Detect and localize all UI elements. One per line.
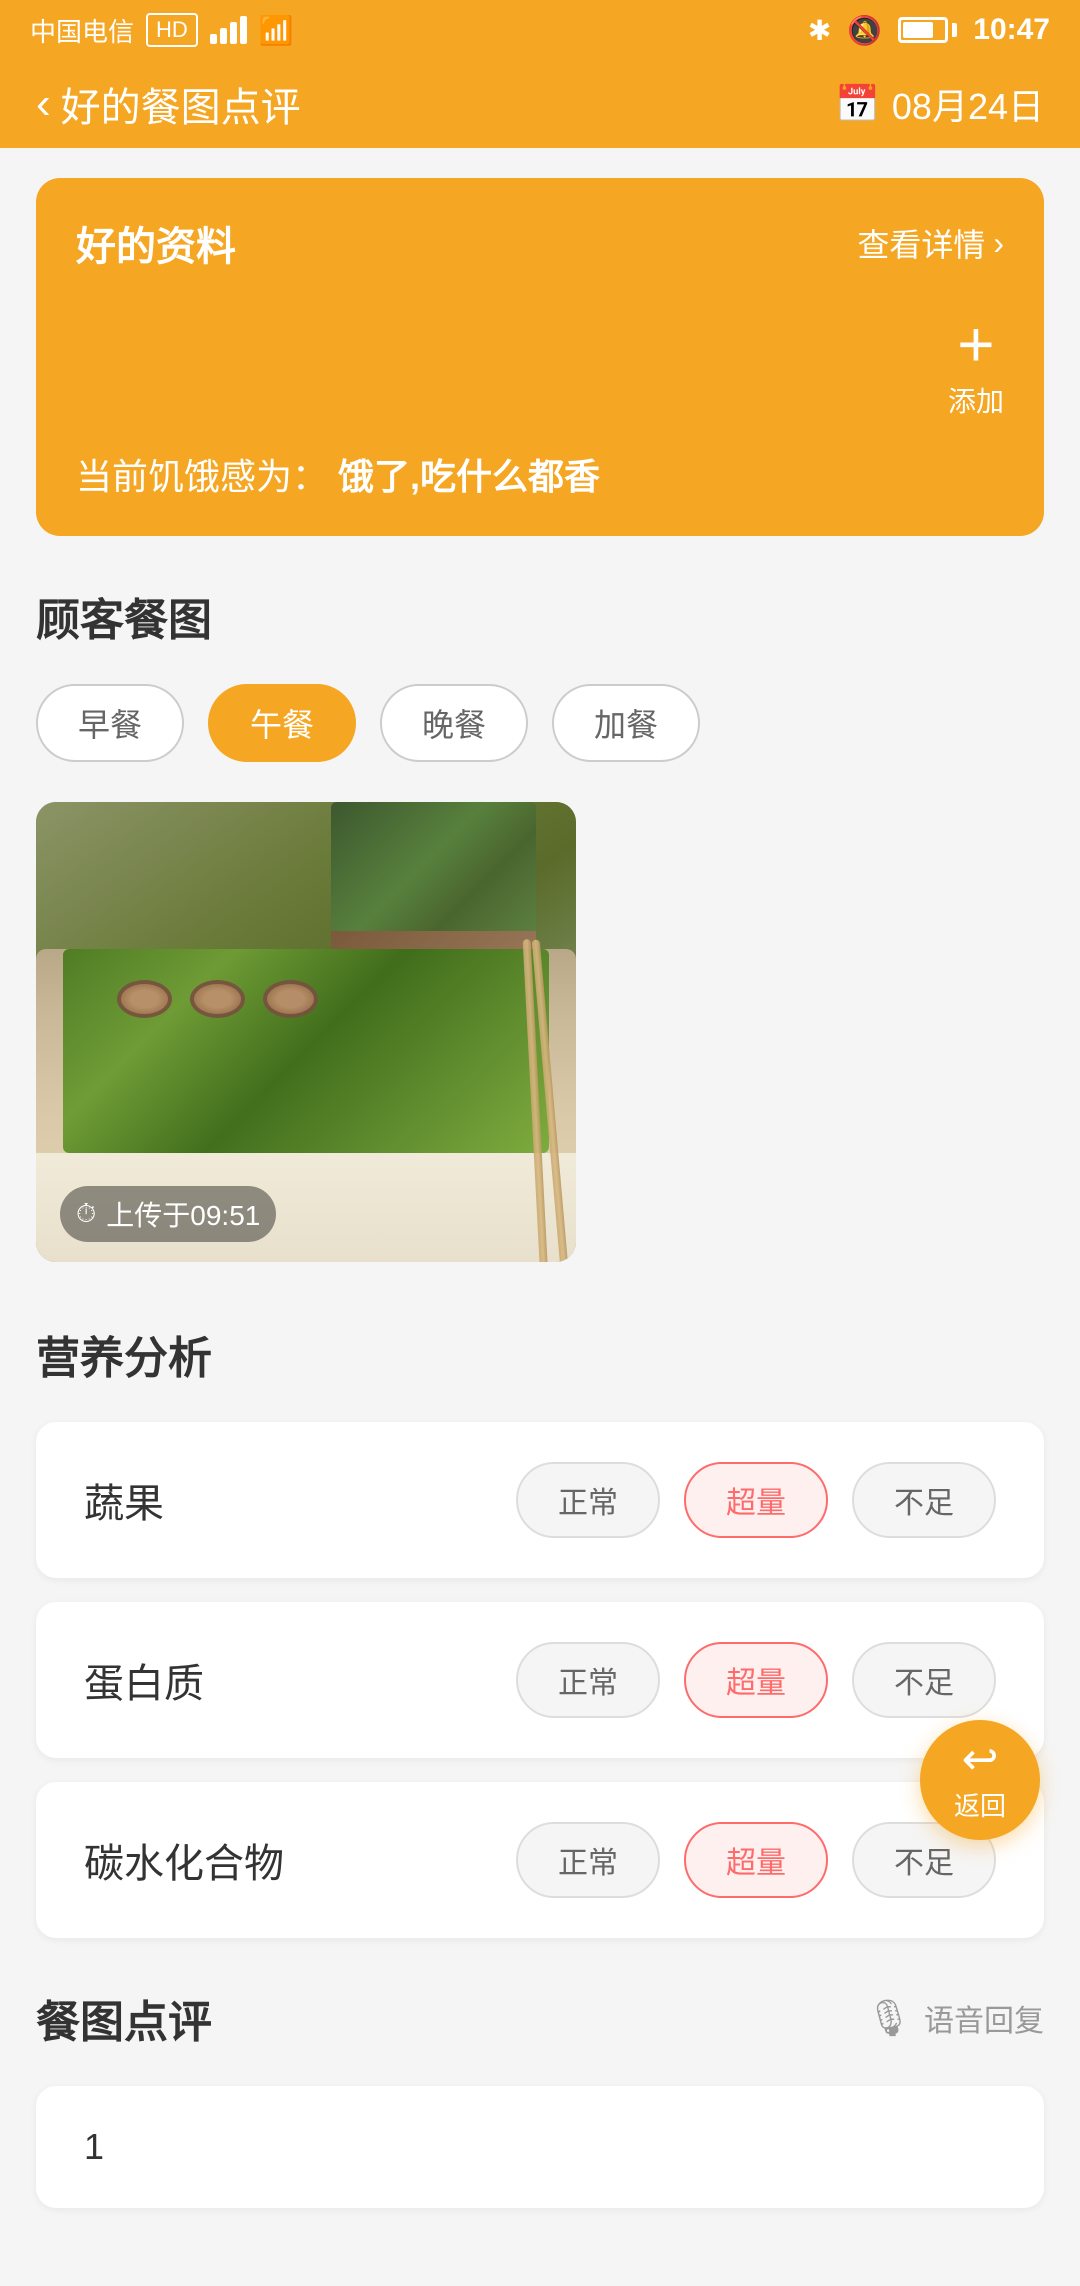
add-button[interactable]: + 添加 [948, 312, 1004, 420]
nutrition-title: 营养分析 [36, 1322, 1044, 1386]
status-insufficient-veg[interactable]: 不足 [852, 1462, 996, 1538]
upload-time: ⏱ 上传于09:51 [60, 1186, 276, 1242]
clock-display: 10:47 [973, 13, 1050, 47]
profile-card-top: 好的资料 查看详情 › [76, 214, 1004, 272]
nutrition-card-carbs: 碳水化合物 正常 超量 不足 [36, 1782, 1044, 1938]
review-card: 1 [36, 2086, 1044, 2208]
review-title: 餐图点评 [36, 1986, 212, 2050]
clock-icon: ⏱ [76, 1198, 96, 1230]
undo-icon: ↩ [962, 1738, 999, 1782]
tab-dinner[interactable]: 晚餐 [380, 684, 528, 762]
profile-title: 好的资料 [76, 214, 236, 272]
nutrition-status-protein: 正常 超量 不足 [516, 1642, 996, 1718]
calendar-icon: 📅 [835, 83, 880, 125]
floating-back-label: 返回 [954, 1786, 1006, 1823]
chevron-right-icon: › [993, 225, 1004, 262]
signal-icon [210, 16, 247, 44]
hunger-info: 当前饥饿感为： 饿了,吃什么都香 [76, 448, 1004, 500]
add-label: 添加 [948, 380, 1004, 420]
back-arrow-icon: ‹ [36, 79, 51, 129]
review-section: 餐图点评 🎙 语音回复 1 [36, 1986, 1044, 2208]
nutrition-status-vegetables: 正常 超量 不足 [516, 1462, 996, 1538]
nav-title: 好的餐图点评 [61, 75, 301, 133]
review-number: 1 [84, 2126, 104, 2167]
status-right: ✱ 🔕 10:47 [808, 13, 1050, 47]
plus-icon: + [957, 312, 994, 376]
date-label: 08月24日 [892, 78, 1044, 130]
status-excess-carbs[interactable]: 超量 [684, 1822, 828, 1898]
bluetooth-icon: ✱ [808, 14, 831, 47]
hd-badge: HD [146, 13, 198, 47]
tab-snack[interactable]: 加餐 [552, 684, 700, 762]
nutrition-name-carbs: 碳水化合物 [84, 1831, 284, 1889]
status-excess-protein[interactable]: 超量 [684, 1642, 828, 1718]
food-slices [117, 980, 318, 1018]
profile-card: 好的资料 查看详情 › + 添加 当前饥饿感为： 饿了,吃什么都香 [36, 178, 1044, 536]
status-left: 中国电信 HD 📶 [30, 12, 294, 49]
nutrition-name-vegetables: 蔬果 [84, 1471, 164, 1529]
hunger-value: 饿了,吃什么都香 [338, 456, 600, 497]
nutrition-name-protein: 蛋白质 [84, 1651, 204, 1709]
carrier-label: 中国电信 [30, 12, 134, 49]
status-normal-carbs[interactable]: 正常 [516, 1822, 660, 1898]
customer-meal-title: 顾客餐图 [36, 584, 1044, 648]
status-normal-veg[interactable]: 正常 [516, 1462, 660, 1538]
profile-card-middle: + 添加 [76, 312, 1004, 420]
view-detail-label: 查看详情 [857, 220, 985, 266]
wifi-icon: 📶 [259, 14, 294, 47]
voice-review-button[interactable]: 🎙 语音回复 [866, 1996, 1044, 2040]
battery-icon [898, 17, 957, 43]
nutrition-status-carbs: 正常 超量 不足 [516, 1822, 996, 1898]
tab-breakfast[interactable]: 早餐 [36, 684, 184, 762]
view-detail-button[interactable]: 查看详情 › [857, 220, 1004, 266]
status-excess-veg[interactable]: 超量 [684, 1462, 828, 1538]
floating-back-button[interactable]: ↩ 返回 [920, 1720, 1040, 1840]
status-bar: 中国电信 HD 📶 ✱ 🔕 10:47 [0, 0, 1080, 60]
tab-lunch[interactable]: 午餐 [208, 684, 356, 762]
nutrition-card-protein: 蛋白质 正常 超量 不足 [36, 1602, 1044, 1758]
mic-icon: 🎙 [866, 1997, 912, 2039]
nutrition-card-vegetables: 蔬果 正常 超量 不足 [36, 1422, 1044, 1578]
food-image[interactable]: ⏱ 上传于09:51 [36, 802, 576, 1262]
voice-review-label: 语音回复 [924, 1996, 1044, 2040]
nav-date: 📅 08月24日 [835, 78, 1044, 130]
upload-time-label: 上传于09:51 [106, 1194, 260, 1234]
status-insufficient-protein[interactable]: 不足 [852, 1642, 996, 1718]
nutrition-section: 营养分析 蔬果 正常 超量 不足 蛋白质 正常 超量 不足 碳水化合物 正常 超 [36, 1322, 1044, 1938]
back-button[interactable]: ‹ 好的餐图点评 [36, 75, 301, 133]
main-content: 好的资料 查看详情 › + 添加 当前饥饿感为： 饿了,吃什么都香 顾客餐图 早… [0, 148, 1080, 2286]
top-nav: ‹ 好的餐图点评 📅 08月24日 [0, 60, 1080, 148]
customer-meal-section: 顾客餐图 早餐 午餐 晚餐 加餐 [36, 584, 1044, 1262]
hunger-label: 当前饥饿感为： [76, 456, 328, 497]
review-section-header: 餐图点评 🎙 语音回复 [36, 1986, 1044, 2050]
status-normal-protein[interactable]: 正常 [516, 1642, 660, 1718]
meal-tabs: 早餐 午餐 晚餐 加餐 [36, 684, 1044, 762]
mute-icon: 🔕 [847, 14, 882, 47]
